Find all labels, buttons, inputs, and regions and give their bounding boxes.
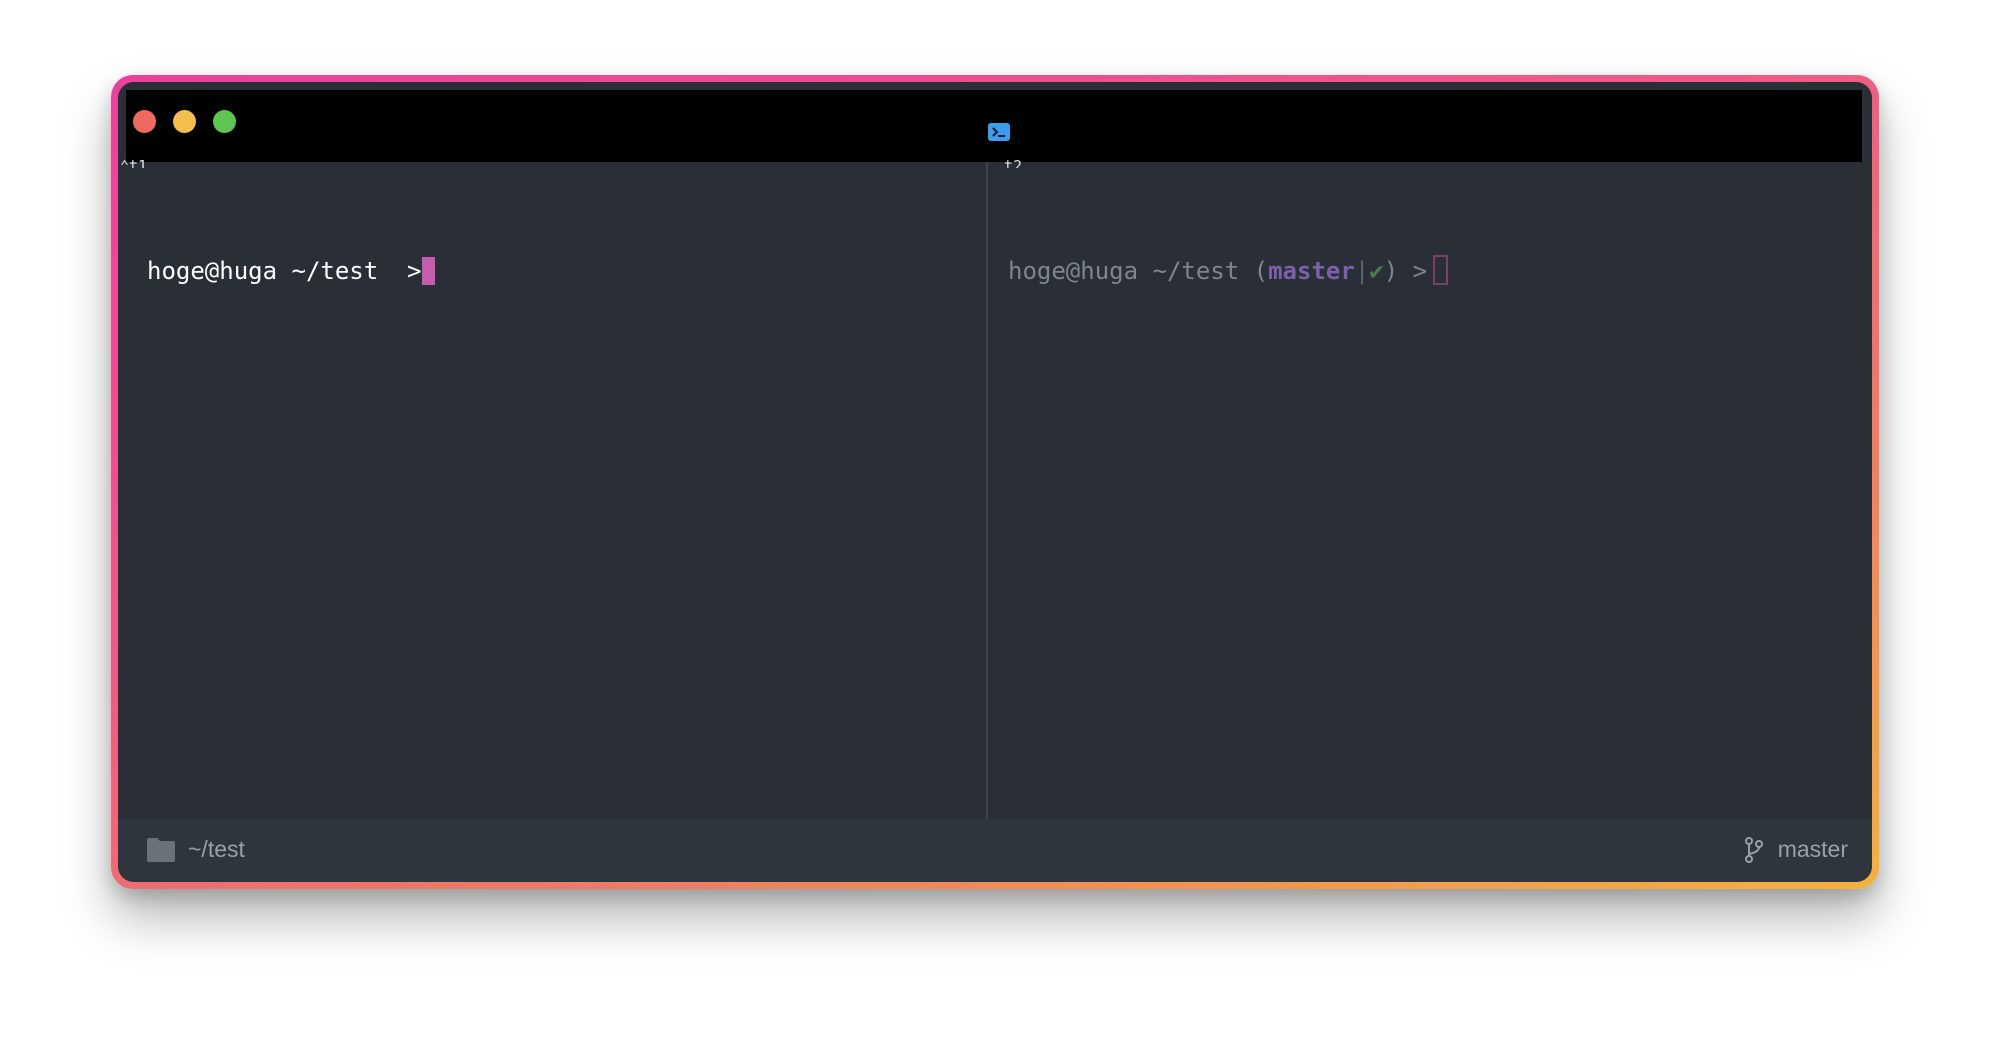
prompt-git-branch: master	[1268, 257, 1355, 285]
terminal-window-frame: ⌃t1 hoge@huga ~/test > t2 hoge@huga ~/te…	[111, 75, 1879, 889]
prompt-path: ~/test	[291, 257, 379, 285]
terminal-pane-right[interactable]: t2 hoge@huga ~/test (master|✔) >	[988, 158, 1872, 819]
minimize-button[interactable]	[173, 110, 196, 133]
shell-prompt: hoge@huga ~/test >	[147, 254, 435, 288]
prompt-open-paren: (	[1253, 257, 1269, 285]
text-cursor[interactable]	[421, 257, 435, 285]
pane-tag: t2	[1004, 158, 1023, 168]
prompt-separator: |	[1354, 257, 1370, 285]
prompt-close-paren: )	[1383, 257, 1399, 285]
prompt-git-status: ✔	[1369, 257, 1384, 285]
status-bar: ~/test master	[118, 819, 1872, 882]
shell-prompt: hoge@huga ~/test (master|✔) >	[1008, 254, 1449, 288]
close-button[interactable]	[133, 110, 156, 133]
status-branch[interactable]: master	[1744, 836, 1848, 863]
terminal-window: ⌃t1 hoge@huga ~/test > t2 hoge@huga ~/te…	[118, 82, 1872, 882]
prompt-user-host: hoge@huga	[147, 257, 278, 285]
prompt-arrow: >	[1412, 257, 1428, 285]
terminal-pane-left[interactable]: ⌃t1 hoge@huga ~/test >	[118, 158, 986, 819]
prompt-path: ~/test	[1152, 257, 1240, 285]
status-directory[interactable]: ~/test	[146, 836, 245, 863]
terminal-icon	[988, 123, 1010, 141]
status-branch-label: master	[1777, 836, 1848, 862]
prompt-user-host: hoge@huga	[1008, 257, 1139, 285]
pane-tag: ⌃t1	[120, 158, 148, 168]
folder-icon	[147, 837, 175, 862]
git-branch-icon	[1744, 836, 1763, 863]
prompt-arrow: >	[407, 257, 422, 285]
status-directory-label: ~/test	[188, 836, 245, 862]
maximize-button[interactable]	[213, 110, 236, 133]
title-bar[interactable]	[126, 90, 1862, 162]
text-cursor[interactable]	[1433, 255, 1449, 285]
